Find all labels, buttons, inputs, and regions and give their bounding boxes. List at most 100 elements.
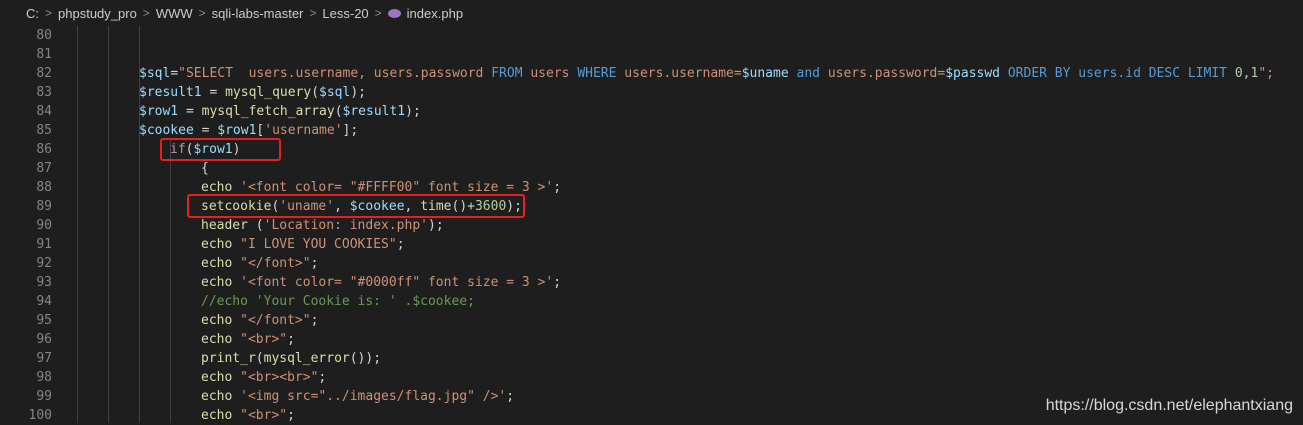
code-token: ); — [405, 104, 421, 119]
code-token: ; — [506, 389, 515, 404]
code-line-84: $row1 = mysql_fetch_array($result1); — [139, 102, 421, 121]
line-number: 84 — [36, 104, 52, 119]
code-token: ); — [428, 218, 444, 233]
code-line-83: $result1 = mysql_query($sql); — [139, 83, 366, 102]
code-token: "I LOVE YOU COOKIES" — [240, 237, 397, 252]
indent-guide — [77, 26, 78, 423]
line-number: 83 — [36, 85, 52, 100]
line-number: 96 — [36, 332, 52, 347]
code-token: mysql_error — [263, 351, 350, 366]
code-line-98: echo "<br><br>"; — [201, 368, 326, 387]
code-token: ( — [255, 218, 264, 233]
code-token: echo — [201, 256, 241, 271]
line-number: 98 — [36, 370, 52, 385]
code-area[interactable]: $sql = "SELECT users.username, users.passw… — [66, 26, 1303, 423]
indent-guide — [170, 140, 171, 423]
code-token: = — [178, 104, 202, 119]
breadcrumb-sqli-labs[interactable]: sqli-labs-master — [212, 6, 304, 21]
chevron-right-icon: > — [374, 6, 382, 20]
indent-guide — [108, 26, 109, 423]
code-token: $result1 — [139, 85, 202, 100]
code-line-91: echo "I LOVE YOU COOKIES"; — [201, 235, 405, 254]
line-number: 92 — [36, 256, 52, 271]
code-line-99: echo '<img src="../images/flag.jpg" />'; — [201, 387, 514, 406]
code-editor[interactable]: 80 81 82 83 84 85 86 87 88 89 90 91 92 9… — [0, 26, 1303, 423]
code-token: echo — [201, 275, 241, 290]
code-token: 0,1 — [1234, 66, 1259, 81]
code-token: echo — [201, 237, 241, 252]
breadcrumb-www[interactable]: WWW — [156, 6, 193, 21]
code-token: ( — [334, 104, 343, 119]
breadcrumb-file[interactable]: index.php — [407, 6, 463, 21]
chevron-right-icon: > — [198, 6, 206, 20]
line-number: 81 — [36, 47, 52, 62]
code-line-97: print_r(mysql_error()); — [201, 349, 381, 368]
php-elephant-icon — [387, 8, 401, 18]
code-token: $cookee — [139, 123, 194, 138]
line-number: 80 — [36, 28, 52, 43]
code-token: echo — [201, 408, 241, 423]
line-number: 89 — [36, 199, 52, 214]
code-line-87: { — [201, 159, 209, 178]
code-token: $passwd — [945, 66, 1001, 81]
code-token: $sql — [139, 66, 171, 81]
code-line-93: echo '<font color= "#0000ff" font size =… — [201, 273, 561, 292]
code-token: "<br>" — [240, 408, 288, 423]
code-token: echo — [201, 370, 241, 385]
code-line-94: //echo 'Your Cookie is: ' .$cookee; — [201, 292, 475, 311]
chevron-right-icon: > — [142, 6, 150, 20]
code-token: mysql_query — [225, 85, 312, 100]
chevron-right-icon: > — [45, 6, 53, 20]
code-token: 'Location: index.php' — [263, 218, 428, 233]
code-token: ( — [311, 85, 320, 100]
code-token: "; — [1258, 66, 1274, 81]
line-number: 94 — [36, 294, 52, 309]
code-token: echo — [201, 180, 241, 195]
code-token: 'username' — [264, 123, 343, 138]
code-token: ; — [396, 237, 405, 252]
code-token: = — [201, 85, 226, 100]
code-token: ; — [318, 370, 327, 385]
code-token: { — [201, 161, 209, 176]
code-token: "<br>" — [240, 332, 288, 347]
code-token: ; — [310, 313, 319, 328]
code-token: echo — [201, 389, 241, 404]
code-token: print_r — [201, 351, 256, 366]
code-token: "</font>" — [240, 256, 311, 271]
code-token: ]; — [342, 123, 359, 138]
code-token: echo — [201, 313, 241, 328]
breadcrumb-phpstudy[interactable]: phpstudy_pro — [58, 6, 137, 21]
code-token: ; — [287, 332, 295, 347]
code-token: ; — [310, 256, 319, 271]
code-line-92: echo "</font>"; — [201, 254, 318, 273]
code-token: users.username= — [616, 66, 742, 81]
highlight-box-if-row1 — [160, 138, 281, 161]
code-token: mysql_fetch_array — [201, 104, 335, 119]
code-line-96: echo "<br>"; — [201, 330, 295, 349]
line-number: 99 — [36, 389, 52, 404]
code-token: "SELECT users.username, users.password — [178, 66, 492, 81]
code-token: users.password= — [827, 66, 946, 81]
code-token: $result1 — [342, 104, 406, 119]
line-number: 90 — [36, 218, 52, 233]
breadcrumb-less-20[interactable]: Less-20 — [322, 6, 368, 21]
line-number: 91 — [36, 237, 52, 252]
code-token: "<br><br>" — [240, 370, 319, 385]
code-line-82: $sql="SELECT users.username, users.passw… — [139, 64, 1274, 83]
code-token: header — [201, 218, 256, 233]
code-token: $row1 — [139, 104, 179, 119]
code-token: ORDER BY users.id DESC LIMIT — [1000, 66, 1235, 81]
breadcrumb-drive[interactable]: C: — [26, 6, 39, 21]
code-token: '<font color= "#FFFF00" font size = 3 >' — [240, 180, 554, 195]
line-number: 97 — [36, 351, 52, 366]
line-number: 100 — [28, 408, 52, 423]
code-token: ; — [287, 408, 295, 423]
code-token: WHERE — [577, 66, 617, 81]
code-token: and — [788, 66, 828, 81]
code-token: users — [522, 66, 578, 81]
line-number: 95 — [36, 313, 52, 328]
line-number: 88 — [36, 180, 52, 195]
code-token: ()); — [349, 351, 382, 366]
line-number: 85 — [36, 123, 52, 138]
code-token: '<img src="../images/flag.jpg" />' — [240, 389, 507, 404]
